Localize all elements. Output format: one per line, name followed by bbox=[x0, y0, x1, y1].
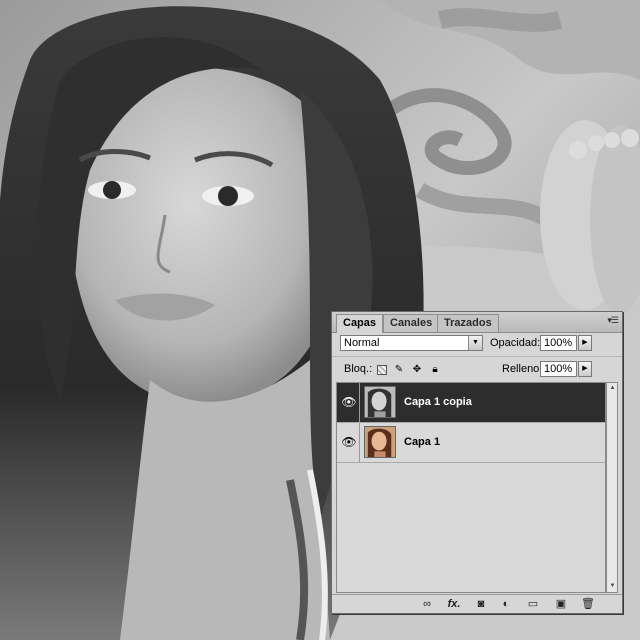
panel-tab-bar: Capas Canales Trazados ▾☰ bbox=[332, 312, 622, 333]
blend-mode-value: Normal bbox=[344, 337, 380, 349]
panel-menu-icon[interactable]: ▾☰ bbox=[607, 315, 619, 326]
new-group-icon[interactable]: ▭ bbox=[526, 598, 540, 611]
layers-panel: Capas Canales Trazados ▾☰ Normal ▼ Opaci… bbox=[331, 311, 623, 614]
layer-row-capa-1-copia[interactable]: 👁︎ Capa 1 copia bbox=[337, 383, 605, 423]
link-layers-icon[interactable]: ∞ bbox=[418, 598, 436, 611]
lock-all-icon[interactable]: 🔒︎ bbox=[430, 365, 440, 375]
opacity-slider-arrow-icon[interactable]: ▶ bbox=[578, 335, 592, 351]
lock-position-icon[interactable]: ✥ bbox=[412, 365, 422, 375]
blend-mode-select[interactable]: Normal ▼ bbox=[340, 335, 483, 351]
panel-footer: ∞ fx. ◙ ◐ ▭ ▣ 🗑︎ bbox=[332, 594, 622, 614]
chevron-down-icon[interactable]: ▼ bbox=[468, 336, 482, 350]
lock-label: Bloq.: bbox=[344, 363, 373, 375]
lock-transparency-icon[interactable] bbox=[377, 365, 387, 375]
layers-list: 👁︎ Capa 1 copia 👁︎ Capa 1 bbox=[336, 382, 606, 593]
layer-name: Capa 1 copia bbox=[404, 396, 472, 408]
opacity-label: Opacidad: bbox=[490, 337, 541, 349]
layer-row-capa-1[interactable]: 👁︎ Capa 1 bbox=[337, 423, 605, 463]
opacity-input[interactable]: 100% bbox=[540, 335, 577, 351]
fill-slider-arrow-icon[interactable]: ▶ bbox=[578, 361, 592, 377]
scroll-down-icon[interactable]: ▼ bbox=[608, 582, 617, 591]
lock-row: Bloq.: ✎ ✥ 🔒︎ Relleno: 100% ▶ bbox=[332, 356, 622, 381]
fx-icon[interactable]: fx. bbox=[445, 598, 463, 611]
tab-trazados[interactable]: Trazados bbox=[437, 314, 499, 332]
new-layer-icon[interactable]: ▣ bbox=[554, 598, 568, 611]
layer-name: Capa 1 bbox=[404, 436, 441, 448]
lock-pixels-icon[interactable]: ✎ bbox=[394, 365, 404, 375]
eye-icon[interactable]: 👁︎ bbox=[341, 395, 357, 409]
eye-icon[interactable]: 👁︎ bbox=[341, 435, 357, 449]
scroll-up-icon[interactable]: ▲ bbox=[608, 384, 617, 393]
add-mask-icon[interactable]: ◙ bbox=[474, 598, 488, 611]
tab-canales[interactable]: Canales bbox=[383, 314, 440, 332]
divider bbox=[359, 423, 360, 462]
adjustment-layer-icon[interactable]: ◐ bbox=[499, 598, 513, 611]
blend-row: Normal ▼ Opacidad: 100% ▶ bbox=[332, 332, 622, 356]
tab-capas[interactable]: Capas bbox=[336, 314, 384, 333]
layer-thumbnail-color bbox=[364, 426, 396, 458]
trash-icon[interactable]: 🗑︎ bbox=[581, 598, 595, 611]
layer-thumbnail-grayscale bbox=[364, 386, 396, 418]
fill-label: Relleno: bbox=[502, 363, 543, 375]
divider bbox=[359, 383, 360, 422]
layers-scrollbar[interactable]: ▲ ▼ bbox=[606, 382, 618, 593]
fill-input[interactable]: 100% bbox=[540, 361, 577, 377]
